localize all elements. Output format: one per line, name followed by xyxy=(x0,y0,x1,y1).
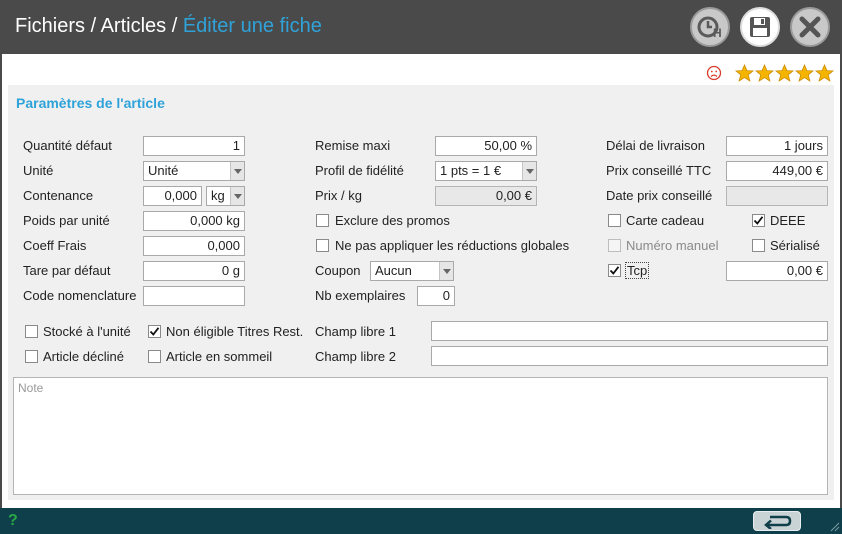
exclure-promos-checkbox[interactable] xyxy=(316,214,329,227)
sad-face-icon xyxy=(706,65,722,81)
breadcrumb-articles[interactable]: Articles xyxy=(101,15,167,37)
unite-select[interactable]: Unité xyxy=(143,161,245,181)
star-icon[interactable] xyxy=(755,64,774,82)
star-icon[interactable] xyxy=(795,64,814,82)
tare-input[interactable]: 0 g xyxy=(143,261,245,281)
rating-stars[interactable] xyxy=(735,64,834,82)
remise-label: Remise maxi xyxy=(315,138,391,153)
delai-livraison-input[interactable]: 1 jours xyxy=(726,136,828,156)
checkmark-icon xyxy=(609,266,620,275)
non-eligible-label: Non éligible Titres Rest. xyxy=(166,324,304,339)
back-button[interactable] xyxy=(753,511,801,531)
stocke-unite-label: Stocké à l'unité xyxy=(43,324,131,339)
carte-cadeau-checkbox[interactable] xyxy=(608,214,621,227)
serialise-label: Sérialisé xyxy=(770,238,820,253)
tcp-label: Tcp xyxy=(625,262,650,279)
coeff-input[interactable]: 0,000 xyxy=(143,236,245,256)
fidelite-select[interactable]: 1 pts = 1 € xyxy=(435,161,537,181)
star-icon[interactable] xyxy=(735,64,754,82)
poids-input[interactable]: 0,000 kg xyxy=(143,211,245,231)
section-title: Paramètres de l'article xyxy=(16,95,165,111)
contenance-input[interactable]: 0,000 xyxy=(143,186,202,206)
svg-text:H: H xyxy=(713,26,722,40)
serialise-checkbox[interactable] xyxy=(752,239,765,252)
champ-libre-1-input[interactable] xyxy=(431,321,828,341)
checkmark-icon xyxy=(753,216,764,225)
prix-conseille-label: Prix conseillé TTC xyxy=(606,163,712,178)
nb-exemplaires-input[interactable]: 0 xyxy=(417,286,455,306)
champ-libre-2-input[interactable] xyxy=(431,346,828,366)
article-sommeil-label: Article en sommeil xyxy=(166,349,273,364)
checkmark-icon xyxy=(149,327,160,336)
history-button[interactable]: H xyxy=(690,7,730,47)
numero-manuel-label: Numéro manuel xyxy=(626,238,719,253)
unite-selected: Unité xyxy=(148,163,179,178)
nb-exemplaires-label: Nb exemplaires xyxy=(315,288,406,303)
date-prix-label: Date prix conseillé xyxy=(606,188,713,203)
qte-defaut-input[interactable]: 1 xyxy=(143,136,245,156)
floppy-disk-icon xyxy=(750,17,770,37)
tcp-checkbox[interactable] xyxy=(608,264,621,277)
contenance-unit-select[interactable]: kg xyxy=(206,186,245,206)
star-icon[interactable] xyxy=(775,64,794,82)
clock-h-icon: H xyxy=(697,16,722,40)
coupon-select[interactable]: Aucun xyxy=(370,261,454,281)
article-decline-label: Article décliné xyxy=(43,349,124,364)
footer-bar: ? xyxy=(0,508,842,534)
breadcrumb: Fichiers / Articles / Éditer une fiche xyxy=(15,15,322,38)
delai-livraison-label: Délai de livraison xyxy=(606,138,705,153)
reductions-globales-checkbox[interactable] xyxy=(316,239,329,252)
article-decline-checkbox[interactable] xyxy=(25,350,38,363)
fidelite-selected: 1 pts = 1 € xyxy=(440,163,502,178)
chevron-down-icon xyxy=(439,262,453,280)
breadcrumb-fichiers[interactable]: Fichiers xyxy=(15,15,85,37)
help-icon[interactable]: ? xyxy=(8,512,18,530)
stocke-unite-checkbox[interactable] xyxy=(25,325,38,338)
breadcrumb-separator: / xyxy=(85,15,101,37)
numero-manuel-checkbox xyxy=(608,239,621,252)
note-textarea[interactable]: Note xyxy=(13,377,828,495)
champ-libre-1-label: Champ libre 1 xyxy=(315,324,396,339)
qte-defaut-label: Quantité défaut xyxy=(23,138,112,153)
exclure-promos-label: Exclure des promos xyxy=(335,213,450,228)
chevron-down-icon xyxy=(522,162,536,180)
note-placeholder: Note xyxy=(18,381,44,395)
close-x-icon xyxy=(799,16,821,38)
fidelite-label: Profil de fidélité xyxy=(315,163,404,178)
prix-conseille-input[interactable]: 449,00 € xyxy=(726,161,828,181)
contenance-unit-selected: kg xyxy=(211,188,225,203)
deee-checkbox[interactable] xyxy=(752,214,765,227)
close-button[interactable] xyxy=(790,7,830,47)
reductions-globales-label: Ne pas appliquer les réductions globales xyxy=(335,238,570,253)
poids-label: Poids par unité xyxy=(23,213,110,228)
tcp-input[interactable]: 0,00 € xyxy=(726,261,828,281)
star-icon[interactable] xyxy=(815,64,834,82)
code-nomenclature-label: Code nomenclature xyxy=(23,288,137,303)
unite-label: Unité xyxy=(23,163,54,178)
contenance-label: Contenance xyxy=(23,188,94,203)
chevron-down-icon xyxy=(230,187,244,205)
prix-kg-input: 0,00 € xyxy=(435,186,537,206)
prix-kg-label: Prix / kg xyxy=(315,188,362,203)
champ-libre-2-label: Champ libre 2 xyxy=(315,349,396,364)
coeff-label: Coeff Frais xyxy=(23,238,87,253)
chevron-down-icon xyxy=(230,162,244,180)
coupon-label: Coupon xyxy=(315,263,361,278)
save-button[interactable] xyxy=(740,7,780,47)
breadcrumb-separator: / xyxy=(166,15,183,37)
remise-input[interactable]: 50,00 % xyxy=(435,136,537,156)
carte-cadeau-label: Carte cadeau xyxy=(626,213,705,228)
code-nomenclature-input[interactable] xyxy=(143,286,245,306)
title-bar: Fichiers / Articles / Éditer une fiche H xyxy=(0,0,842,54)
breadcrumb-current: Éditer une fiche xyxy=(182,15,322,37)
date-prix-input xyxy=(726,186,828,206)
article-sommeil-checkbox[interactable] xyxy=(148,350,161,363)
coupon-selected: Aucun xyxy=(375,263,412,278)
tare-label: Tare par défaut xyxy=(23,263,111,278)
deee-label: DEEE xyxy=(770,213,806,228)
non-eligible-checkbox[interactable] xyxy=(148,325,161,338)
resize-grip-icon[interactable] xyxy=(828,520,840,532)
return-arrow-icon xyxy=(764,515,792,529)
